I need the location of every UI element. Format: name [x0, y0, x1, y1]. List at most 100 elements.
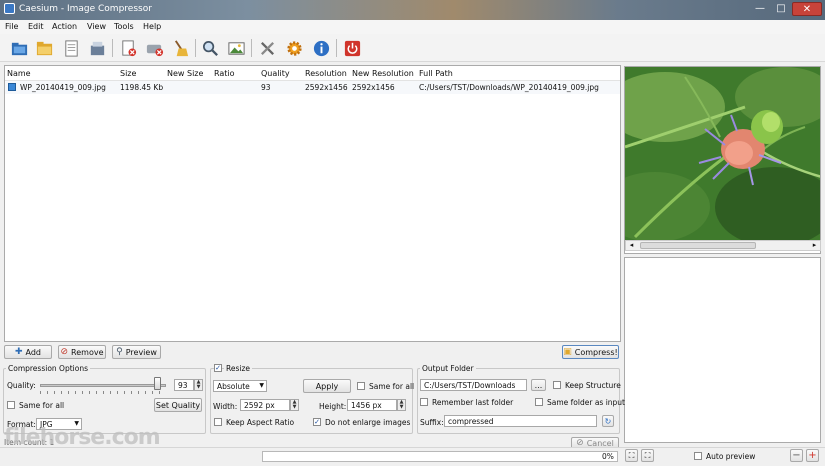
preview-scrollbar[interactable]: ◂ ▸ — [625, 240, 821, 251]
title-bar: Caesium - Image Compressor — □ ✕ — [0, 0, 825, 20]
plus-icon: + — [808, 450, 817, 461]
quality-slider-thumb[interactable] — [154, 377, 161, 390]
preview-button[interactable]: ⚲ Preview — [112, 345, 161, 359]
suffix-label: Suffix: — [420, 418, 444, 427]
same-folder-checkbox[interactable] — [535, 398, 543, 406]
menu-file[interactable]: File — [5, 22, 18, 31]
remove-button[interactable]: ⊘ Remove — [58, 345, 106, 359]
col-full-path[interactable]: Full Path — [419, 69, 453, 78]
height-spinner[interactable]: ▲ ▼ — [397, 399, 406, 411]
quality-spinner[interactable]: ▲ ▼ — [194, 379, 203, 391]
resize-label: Resize — [224, 364, 253, 373]
toolbar — [0, 34, 825, 62]
compressed-image-preview — [624, 257, 821, 443]
col-ratio[interactable]: Ratio — [214, 69, 235, 78]
cell-resolution: 2592x1456 — [305, 83, 348, 92]
search-icon[interactable] — [199, 37, 221, 59]
cell-new-resolution: 2592x1456 — [352, 83, 395, 92]
zoom-out-button[interactable]: − — [790, 449, 803, 462]
menu-tools[interactable]: Tools — [114, 22, 134, 31]
cell-size: 1198.45 Kb — [120, 83, 164, 92]
add-folder-icon[interactable] — [33, 37, 55, 59]
close-button[interactable]: ✕ — [792, 2, 822, 16]
keep-structure-label: Keep Structure — [565, 381, 621, 390]
scroll-thumb[interactable] — [640, 242, 756, 249]
settings-tools-icon[interactable] — [256, 37, 278, 59]
apply-button[interactable]: Apply — [303, 379, 351, 393]
minimize-button[interactable]: — — [750, 2, 770, 16]
fit-original-button[interactable]: ⛶ — [625, 449, 638, 462]
fit-compressed-button[interactable]: ⛶ — [641, 449, 654, 462]
auto-preview-checkbox[interactable] — [694, 452, 702, 460]
browse-button[interactable]: ... — [531, 379, 546, 391]
col-new-size[interactable]: New Size — [167, 69, 203, 78]
col-new-resolution[interactable]: New Resolution — [352, 69, 414, 78]
quality-slider-track[interactable] — [40, 384, 166, 387]
resize-mode-value: Absolute — [217, 382, 250, 391]
maximize-button[interactable]: □ — [771, 2, 791, 16]
progress-bar — [262, 451, 618, 462]
menu-view[interactable]: View — [87, 22, 106, 31]
table-row[interactable]: WP_20140419_009.jpg 1198.45 Kb 93 2592x1… — [5, 81, 620, 94]
preview-button-label: Preview — [125, 347, 157, 357]
add-button[interactable]: ✚ Add — [4, 345, 52, 359]
add-button-label: Add — [25, 347, 42, 357]
menu-action[interactable]: Action — [52, 22, 77, 31]
clear-list-icon[interactable] — [143, 37, 165, 59]
reset-suffix-button[interactable]: ↻ — [602, 415, 614, 427]
original-image-preview — [624, 66, 821, 254]
save-list-icon[interactable] — [60, 37, 82, 59]
col-quality[interactable]: Quality — [261, 69, 290, 78]
minus-icon: − — [792, 450, 801, 461]
clean-broom-icon[interactable] — [169, 37, 191, 59]
add-picture-icon[interactable] — [8, 37, 30, 59]
zoom-in-button[interactable]: + — [806, 449, 819, 462]
app-icon — [4, 3, 15, 14]
menu-edit[interactable]: Edit — [28, 22, 44, 31]
output-path-field[interactable]: C:/Users/TST/Downloads — [420, 379, 527, 391]
set-quality-label: Set Quality — [155, 400, 201, 410]
col-size[interactable]: Size — [120, 69, 136, 78]
quality-field[interactable]: 93 — [174, 379, 194, 391]
image-file-icon — [8, 83, 16, 91]
preview-image-icon[interactable] — [225, 37, 247, 59]
set-quality-button[interactable]: Set Quality — [154, 398, 202, 412]
scroll-right-arrow-icon[interactable]: ▸ — [809, 241, 820, 250]
keep-structure-checkbox[interactable] — [553, 381, 561, 389]
cell-full-path: C:/Users/TST/Downloads/WP_20140419_009.j… — [419, 83, 599, 92]
list-header: Name Size New Size Ratio Quality Resolut… — [5, 66, 620, 81]
plugins-gear-icon[interactable] — [283, 37, 305, 59]
compression-options-title: Compression Options — [6, 364, 90, 373]
same-for-all-quality-checkbox[interactable] — [7, 401, 15, 409]
same-for-all-resize-label: Same for all — [369, 382, 415, 391]
refresh-icon: ↻ — [604, 416, 612, 426]
info-icon[interactable] — [310, 37, 332, 59]
remove-item-icon[interactable] — [117, 37, 139, 59]
scroll-left-arrow-icon[interactable]: ◂ — [626, 241, 637, 250]
compress-icon: ▣ — [563, 346, 572, 357]
keep-aspect-ratio-checkbox[interactable] — [214, 418, 222, 426]
col-name[interactable]: Name — [7, 69, 31, 78]
height-label: Height: — [319, 402, 347, 411]
file-list[interactable]: Name Size New Size Ratio Quality Resolut… — [4, 65, 621, 342]
do-not-enlarge-checkbox[interactable]: ✓ — [313, 418, 321, 426]
width-field[interactable]: 2592 px — [240, 399, 290, 411]
apply-label: Apply — [315, 381, 339, 391]
cell-quality: 93 — [261, 83, 271, 92]
browse-label: ... — [534, 380, 543, 390]
resize-mode-select[interactable]: Absolute ▼ — [213, 380, 267, 392]
suffix-field[interactable]: compressed — [444, 415, 597, 427]
remember-last-folder-checkbox[interactable] — [420, 398, 428, 406]
width-spinner[interactable]: ▲ ▼ — [290, 399, 299, 411]
open-list-icon[interactable] — [86, 37, 108, 59]
compress-button[interactable]: ▣ Compress! — [562, 345, 619, 359]
height-field[interactable]: 1456 px — [347, 399, 397, 411]
preview-photo — [625, 67, 820, 241]
power-icon[interactable] — [341, 37, 363, 59]
resize-checkbox[interactable]: ✓ — [214, 364, 222, 372]
same-for-all-resize-checkbox[interactable] — [357, 382, 365, 390]
col-resolution[interactable]: Resolution — [305, 69, 347, 78]
menu-help[interactable]: Help — [143, 22, 161, 31]
watermark: filehorse.com — [4, 425, 161, 450]
keep-aspect-ratio-label: Keep Aspect Ratio — [226, 418, 295, 427]
